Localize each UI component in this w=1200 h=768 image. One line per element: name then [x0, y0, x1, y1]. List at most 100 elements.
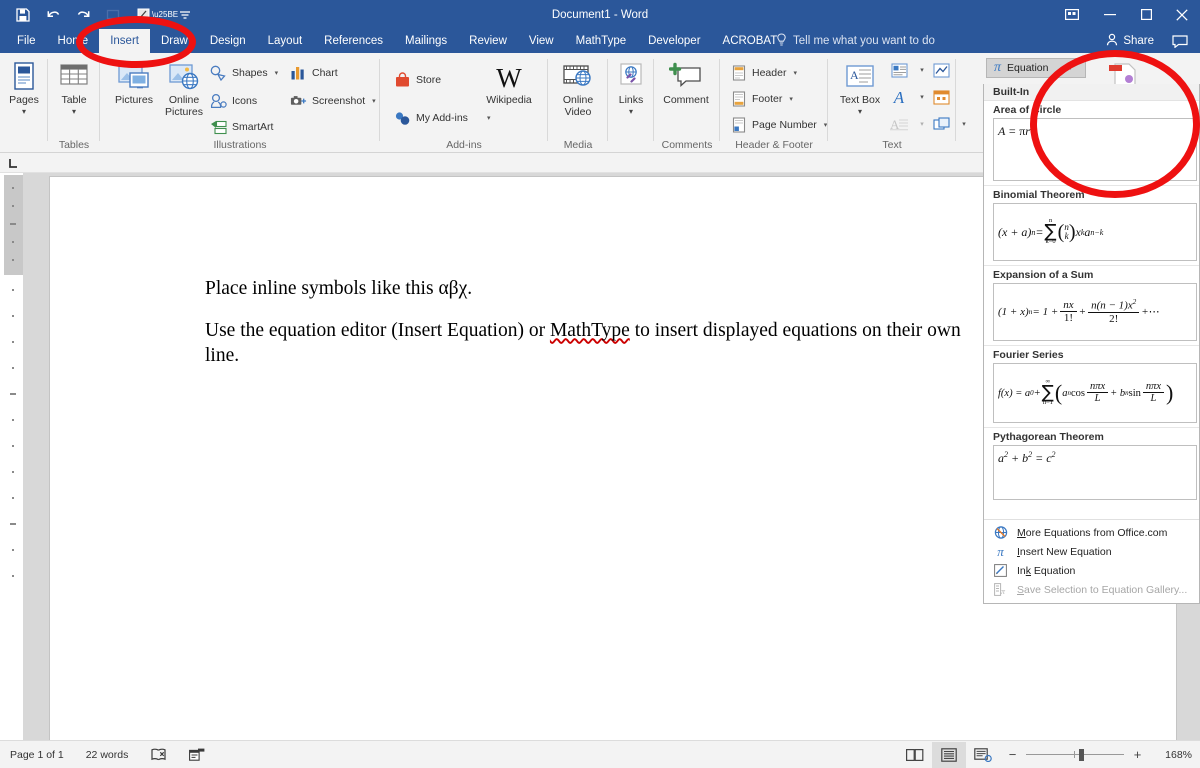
- redo-icon[interactable]: [68, 3, 98, 27]
- equation-preview[interactable]: f(x) = a0 + ∞ ∑ n=1 ( an cos nπx L + bn sin…: [993, 363, 1197, 423]
- equation-item-fourier-series[interactable]: Fourier Series f(x) = a0 + ∞ ∑ n=1 ( an co…: [984, 346, 1199, 428]
- equation-item-pythagorean-theorem[interactable]: Pythagorean Theorem a2 + b2 = c2: [984, 428, 1199, 500]
- equation-preview[interactable]: (x + a) n = n ∑ k=0 (n k) x k a n−k: [993, 203, 1197, 261]
- chevron-down-icon[interactable]: ▾: [487, 114, 491, 122]
- tab-draw[interactable]: Draw: [150, 29, 199, 53]
- chevron-down-icon[interactable]: ▾: [858, 107, 862, 116]
- my-addins-button[interactable]: My Add-ins ▾: [394, 108, 490, 128]
- equation-item-expansion-of-a-sum[interactable]: Expansion of a Sum (1 + x) n = 1 + nx 1! +…: [984, 266, 1199, 346]
- equation-gallery-dropdown[interactable]: Built-In Area of Circle A = πr2 Binomial…: [983, 84, 1200, 604]
- paragraph-1[interactable]: Place inline symbols like this αβχ.: [205, 277, 985, 301]
- chevron-down-icon[interactable]: ▾: [629, 107, 633, 116]
- tab-home[interactable]: Home: [47, 29, 100, 53]
- chevron-down-icon[interactable]: ▾: [22, 107, 26, 116]
- proofing-errors-icon[interactable]: [150, 748, 167, 761]
- header-button[interactable]: Header ▾: [730, 63, 797, 83]
- qat-dropdown-caret-icon[interactable]: \u25BE: [152, 3, 178, 27]
- zoom-in-button[interactable]: +: [1131, 747, 1144, 762]
- zoom-slider-thumb[interactable]: [1079, 748, 1084, 761]
- menu-item-more-equations[interactable]: More Equations from Office.com: [984, 523, 1199, 542]
- zoom-out-button[interactable]: −: [1006, 747, 1019, 762]
- tab-review[interactable]: Review: [458, 29, 518, 53]
- equation-button[interactable]: π Equation ▾: [986, 58, 1086, 78]
- tab-design[interactable]: Design: [199, 29, 257, 53]
- chart-button[interactable]: Chart: [290, 63, 338, 83]
- word-count[interactable]: 22 words: [86, 749, 129, 761]
- zoom-slider[interactable]: [1026, 748, 1124, 761]
- read-mode-button[interactable]: [898, 742, 932, 768]
- links-button[interactable]: Links ▾: [603, 58, 659, 116]
- equation-preview[interactable]: a2 + b2 = c2: [993, 445, 1197, 500]
- menu-item-ink-equation[interactable]: Ink Equation: [984, 561, 1199, 580]
- share-button[interactable]: Share: [1106, 29, 1154, 53]
- equation-preview[interactable]: (1 + x) n = 1 + nx 1! + n(n − 1)x2 2! + ⋯: [993, 283, 1197, 341]
- shapes-button[interactable]: Shapes ▾: [210, 63, 278, 83]
- page-number-button[interactable]: Page Number ▾: [730, 115, 827, 135]
- save-icon[interactable]: [8, 3, 38, 27]
- equation-preview[interactable]: A = πr2: [993, 118, 1197, 181]
- chevron-down-icon[interactable]: ▾: [920, 93, 924, 101]
- group-label-addins: Add-ins: [446, 139, 482, 151]
- icons-button[interactable]: Icons: [210, 91, 257, 111]
- tab-stop-selector[interactable]: [4, 154, 23, 172]
- chevron-down-icon[interactable]: ▾: [372, 97, 376, 105]
- tab-developer[interactable]: Developer: [637, 29, 711, 53]
- ribbon-tab-bar: File Home Insert Draw Design Layout Refe…: [0, 29, 1200, 53]
- minimize-button[interactable]: [1092, 0, 1128, 29]
- zoom-level[interactable]: 168%: [1156, 749, 1192, 761]
- tell-me-search[interactable]: Tell me what you want to do: [776, 29, 935, 53]
- comments-icon[interactable]: [1172, 29, 1188, 53]
- ink-equation-icon: [993, 563, 1008, 578]
- menu-item-insert-new-equation[interactable]: π Insert New Equation: [984, 542, 1199, 561]
- paragraph-2[interactable]: Use the equation editor (Insert Equation…: [205, 319, 985, 368]
- online-pictures-button[interactable]: Online Pictures: [158, 58, 210, 119]
- chevron-down-icon[interactable]: ▾: [72, 107, 76, 116]
- print-layout-button[interactable]: [932, 741, 966, 768]
- pages-button[interactable]: Pages ▾: [0, 58, 52, 116]
- text-box-button[interactable]: A Text Box ▾: [834, 58, 886, 116]
- ribbon-tabs: File Home Insert Draw Design Layout Refe…: [6, 29, 788, 53]
- ribbon-display-options-icon[interactable]: [1052, 0, 1092, 29]
- signature-line-button[interactable]: [928, 59, 954, 81]
- undo-icon[interactable]: [38, 3, 68, 27]
- customize-qat-icon[interactable]: [172, 3, 198, 27]
- chevron-down-icon[interactable]: ▾: [920, 120, 924, 128]
- page-indicator[interactable]: Page 1 of 1: [10, 749, 64, 761]
- web-layout-button[interactable]: [966, 742, 1000, 768]
- vertical-ruler[interactable]: [4, 175, 23, 740]
- tab-file[interactable]: File: [6, 29, 47, 53]
- store-button[interactable]: Store: [394, 70, 441, 90]
- print-preview-icon[interactable]: [98, 3, 128, 27]
- language-icon[interactable]: [189, 748, 205, 761]
- chevron-down-icon[interactable]: ▾: [275, 69, 279, 77]
- screenshot-button[interactable]: Screenshot ▾: [290, 91, 376, 111]
- tab-insert[interactable]: Insert: [99, 29, 150, 53]
- group-label-comments: Comments: [661, 139, 713, 151]
- tab-mathtype[interactable]: MathType: [565, 29, 638, 53]
- equation-item-area-of-circle[interactable]: Area of Circle A = πr2: [984, 101, 1199, 186]
- online-video-button[interactable]: Online Video: [550, 58, 606, 119]
- screenshot-label: Screenshot: [312, 95, 366, 107]
- date-time-button[interactable]: [928, 86, 954, 108]
- pictures-button[interactable]: Pictures: [108, 58, 160, 107]
- wikipedia-button[interactable]: W Wikipedia: [478, 58, 540, 107]
- equation-formula-fourier-series: f(x) = a0 + ∞ ∑ n=1 ( an cos nπx L + bn sin…: [998, 378, 1174, 407]
- pictures-icon: [117, 58, 151, 92]
- chevron-down-icon[interactable]: ▾: [920, 66, 924, 74]
- equation-item-binomial-theorem[interactable]: Binomial Theorem (x + a) n = n ∑ k=0 (n k) x…: [984, 186, 1199, 266]
- footer-button[interactable]: Footer ▾: [730, 89, 793, 109]
- smartart-button[interactable]: SmartArt: [210, 117, 273, 137]
- chevron-down-icon[interactable]: ▾: [789, 95, 793, 103]
- chevron-down-icon[interactable]: ▾: [1068, 64, 1072, 72]
- tab-view[interactable]: View: [518, 29, 565, 53]
- document-text[interactable]: Place inline symbols like this αβχ. Use …: [205, 277, 985, 386]
- tab-references[interactable]: References: [313, 29, 394, 53]
- chevron-down-icon[interactable]: ▾: [793, 69, 797, 77]
- tab-layout[interactable]: Layout: [257, 29, 314, 53]
- new-comment-button[interactable]: Comment: [658, 58, 714, 107]
- tab-mailings[interactable]: Mailings: [394, 29, 458, 53]
- maximize-button[interactable]: [1128, 0, 1164, 29]
- table-button[interactable]: Table ▾: [46, 58, 102, 116]
- ribbon-group-tables: Table ▾ Tables: [48, 53, 100, 153]
- close-button[interactable]: [1164, 0, 1200, 29]
